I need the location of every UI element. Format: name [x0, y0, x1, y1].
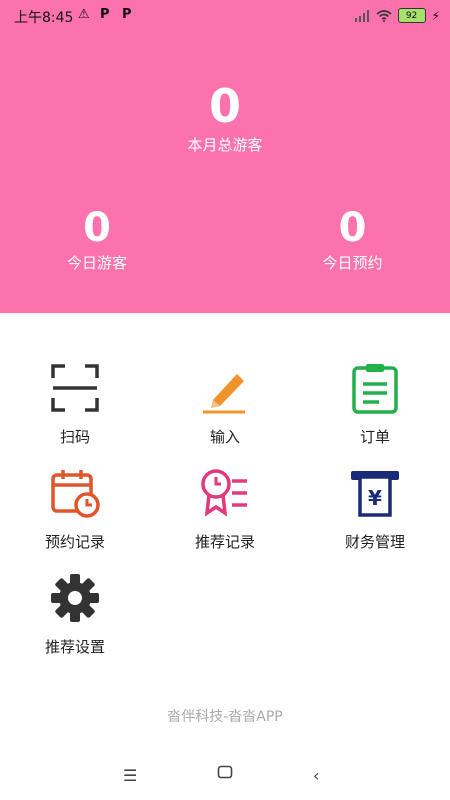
menu-item-scan[interactable]: 扫码	[15, 362, 135, 447]
menu-item-finance[interactable]: ¥ 财务管理	[315, 467, 435, 552]
home-nav-icon[interactable]	[217, 764, 233, 784]
menu-item-referral-records[interactable]: 推荐记录	[165, 467, 285, 552]
yen-receipt-icon: ¥	[351, 471, 399, 517]
footer-company: 沓伴科技-沓沓APP	[167, 709, 283, 725]
menu-item-orders[interactable]: 订单	[315, 362, 435, 447]
pencil-icon	[203, 374, 245, 414]
scan-icon	[51, 364, 99, 412]
menu-item-booking-records-label: 预约记录	[44, 533, 105, 551]
monthly-visitors-value: 0	[208, 79, 241, 133]
today-visitors-label: 今日游客	[66, 254, 127, 272]
signal-icon	[354, 9, 369, 22]
menu-item-referral-settings-label: 推荐设置	[44, 638, 105, 656]
status-right: 92 ⚡	[354, 8, 440, 23]
parking-icon-2: P	[122, 7, 132, 22]
today-visitors-value: 0	[83, 205, 111, 251]
today-visitors: 0 今日游客	[52, 208, 142, 273]
stats-header: 上午8:45 ⚠ P P 92 ⚡ 0 本月总游客 0 今日游客 0 今日预约	[0, 0, 450, 313]
monthly-visitors: 0 本月总游客	[0, 82, 450, 155]
menu-item-scan-label: 扫码	[59, 428, 90, 446]
menu-nav-icon[interactable]: ☰	[123, 766, 137, 785]
menu-item-orders-label: 订单	[359, 428, 390, 446]
status-bar: 上午8:45 ⚠ P P 92 ⚡	[0, 0, 450, 30]
menu-item-referral-records-label: 推荐记录	[194, 533, 255, 551]
status-time: 上午8:45	[14, 10, 74, 26]
menu-item-input-label: 输入	[209, 428, 240, 446]
calendar-clock-icon	[51, 470, 100, 518]
battery-icon: 92	[397, 8, 426, 23]
parking-icon: P	[100, 7, 110, 22]
gear-icon	[51, 574, 99, 622]
today-bookings: 0 今日预约	[305, 208, 400, 273]
today-bookings-label: 今日预约	[322, 254, 383, 272]
menu-item-booking-records[interactable]: 预约记录	[15, 467, 135, 552]
svg-text:¥: ¥	[368, 486, 382, 510]
charging-icon: ⚡	[431, 8, 440, 23]
menu-item-finance-label: 财务管理	[344, 533, 405, 551]
back-nav-icon[interactable]: ‹	[313, 766, 319, 785]
badge-list-icon	[201, 469, 247, 517]
monthly-visitors-label: 本月总游客	[187, 136, 263, 154]
clipboard-icon	[352, 364, 398, 414]
system-nav-bar: ☰ ‹	[0, 760, 450, 790]
menu-item-referral-settings[interactable]: 推荐设置	[15, 572, 135, 657]
wifi-icon	[376, 9, 392, 22]
today-bookings-value: 0	[338, 205, 367, 251]
warning-icon: ⚠	[78, 7, 90, 22]
menu-item-input[interactable]: 输入	[165, 362, 285, 447]
